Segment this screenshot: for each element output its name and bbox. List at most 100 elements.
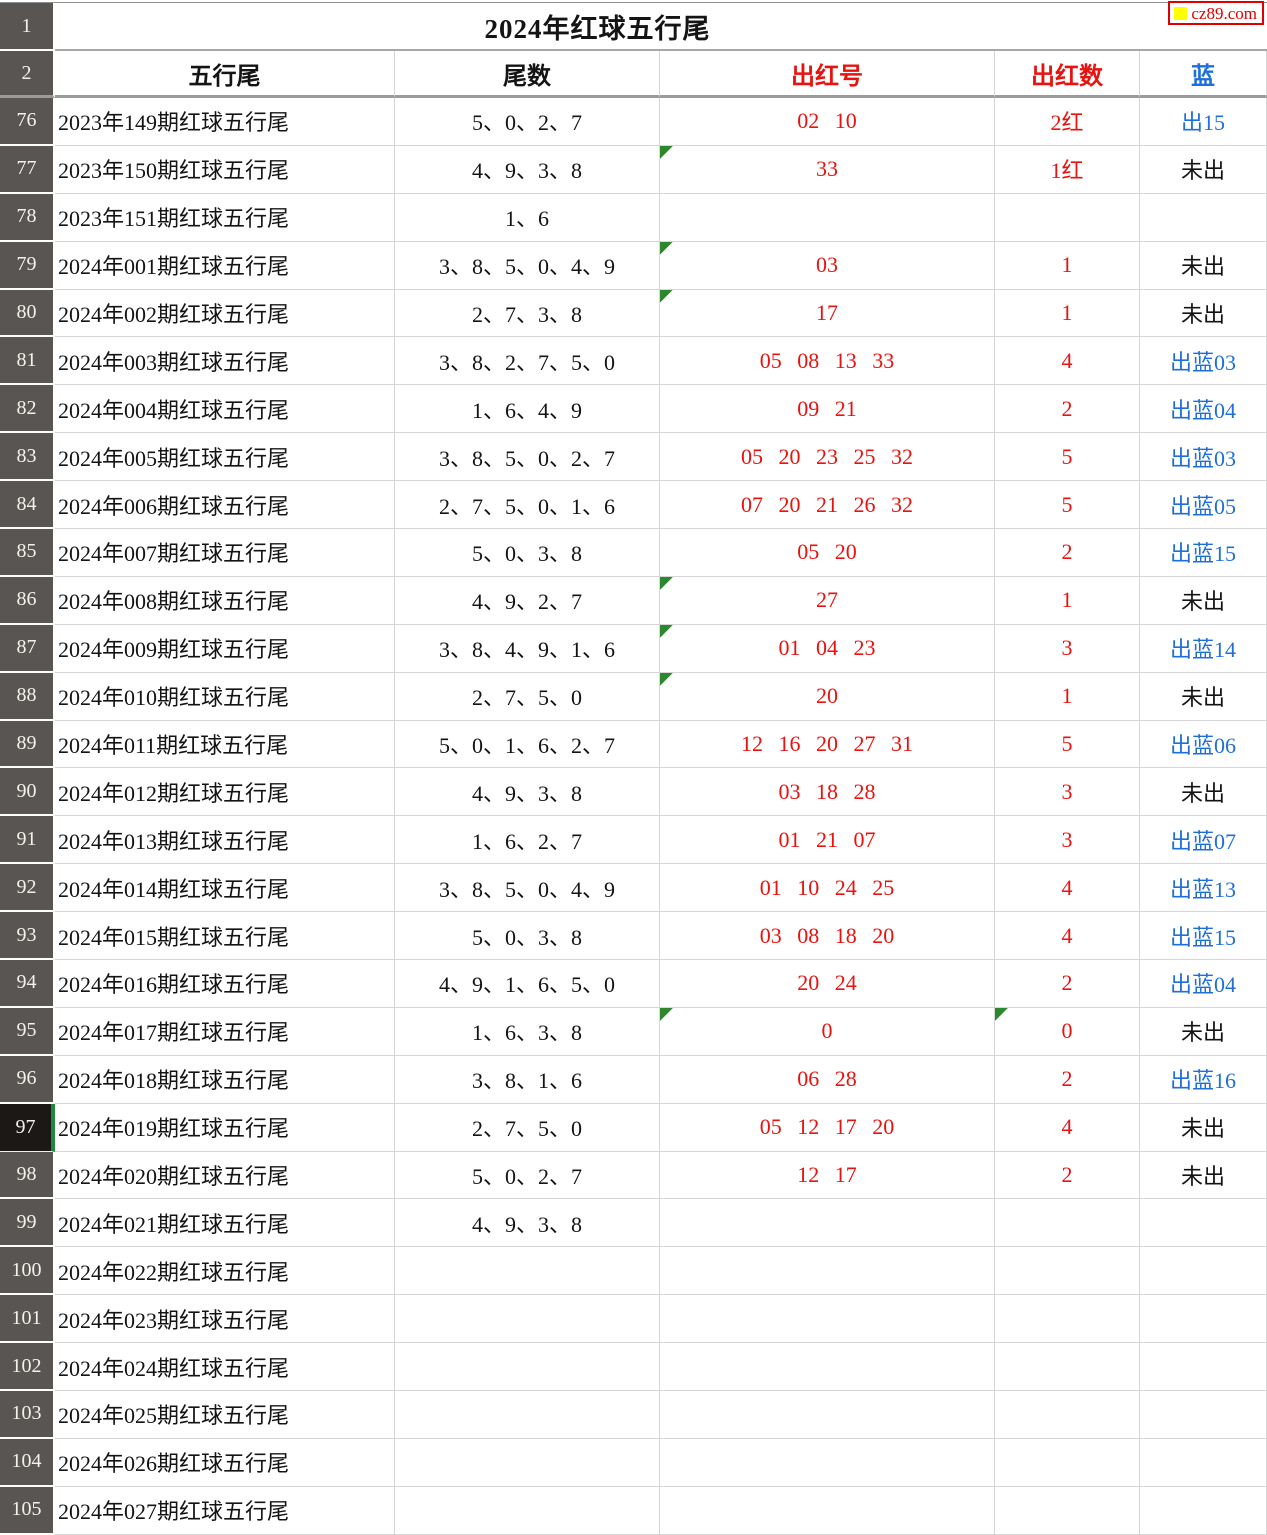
cell-period-name[interactable]: 2024年026期红球五行尾 bbox=[55, 1439, 395, 1487]
cell-blue[interactable]: 出蓝13 bbox=[1140, 864, 1267, 912]
cell-reds[interactable] bbox=[660, 1343, 995, 1391]
cell-period-name[interactable]: 2024年002期红球五行尾 bbox=[55, 290, 395, 338]
cell-period-name[interactable]: 2024年013期红球五行尾 bbox=[55, 816, 395, 864]
cell-tails[interactable]: 1、6、3、8 bbox=[395, 1008, 660, 1056]
row-header[interactable]: 80 bbox=[0, 290, 55, 338]
cell-reds[interactable]: 03 bbox=[660, 242, 995, 290]
cell-red-count[interactable] bbox=[995, 1295, 1140, 1343]
cell-red-count[interactable]: 0 bbox=[995, 1008, 1140, 1056]
cell-reds[interactable]: 17 bbox=[660, 290, 995, 338]
row-header[interactable]: 89 bbox=[0, 721, 55, 769]
cell-reds[interactable] bbox=[660, 1487, 995, 1535]
cell-reds[interactable] bbox=[660, 1295, 995, 1343]
cell-red-count[interactable]: 1 bbox=[995, 290, 1140, 338]
row-header[interactable]: 77 bbox=[0, 146, 55, 194]
cell-blue[interactable]: 出蓝15 bbox=[1140, 529, 1267, 577]
cell-red-count[interactable]: 3 bbox=[995, 625, 1140, 673]
cell-tails[interactable]: 1、6、2、7 bbox=[395, 816, 660, 864]
cell-tails[interactable] bbox=[395, 1391, 660, 1439]
cell-red-count[interactable]: 4 bbox=[995, 864, 1140, 912]
cell-red-count[interactable] bbox=[995, 1343, 1140, 1391]
row-header[interactable]: 82 bbox=[0, 385, 55, 433]
cell-red-count[interactable]: 2 bbox=[995, 1056, 1140, 1104]
cell-reds[interactable] bbox=[660, 1199, 995, 1247]
cell-red-count[interactable]: 5 bbox=[995, 433, 1140, 481]
cell-period-name[interactable]: 2024年018期红球五行尾 bbox=[55, 1056, 395, 1104]
cell-period-name[interactable]: 2024年020期红球五行尾 bbox=[55, 1152, 395, 1200]
row-header-2[interactable]: 2 bbox=[0, 51, 55, 98]
row-header[interactable]: 91 bbox=[0, 816, 55, 864]
cell-reds[interactable]: 03 18 28 bbox=[660, 768, 995, 816]
cell-blue[interactable]: 未出 bbox=[1140, 1008, 1267, 1056]
cell-period-name[interactable]: 2024年027期红球五行尾 bbox=[55, 1487, 395, 1535]
row-header[interactable]: 93 bbox=[0, 912, 55, 960]
row-header[interactable]: 84 bbox=[0, 481, 55, 529]
cell-reds[interactable]: 05 08 13 33 bbox=[660, 337, 995, 385]
cell-blue[interactable] bbox=[1140, 1439, 1267, 1487]
row-header[interactable]: 90 bbox=[0, 768, 55, 816]
cell-tails[interactable]: 5、0、1、6、2、7 bbox=[395, 721, 660, 769]
cell-blue[interactable]: 未出 bbox=[1140, 577, 1267, 625]
column-header-lan[interactable]: 蓝 bbox=[1140, 51, 1267, 98]
cell-tails[interactable]: 2、7、3、8 bbox=[395, 290, 660, 338]
row-header[interactable]: 101 bbox=[0, 1295, 55, 1343]
cell-period-name[interactable]: 2024年019期红球五行尾 bbox=[55, 1104, 395, 1152]
row-header[interactable]: 86 bbox=[0, 577, 55, 625]
cell-reds[interactable]: 05 20 bbox=[660, 529, 995, 577]
cell-tails[interactable]: 4、9、1、6、5、0 bbox=[395, 960, 660, 1008]
row-header[interactable]: 99 bbox=[0, 1199, 55, 1247]
cell-period-name[interactable]: 2024年025期红球五行尾 bbox=[55, 1391, 395, 1439]
cell-period-name[interactable]: 2024年007期红球五行尾 bbox=[55, 529, 395, 577]
cell-period-name[interactable]: 2024年022期红球五行尾 bbox=[55, 1247, 395, 1295]
row-header[interactable]: 81 bbox=[0, 337, 55, 385]
cell-reds[interactable]: 01 04 23 bbox=[660, 625, 995, 673]
cell-blue[interactable]: 出蓝16 bbox=[1140, 1056, 1267, 1104]
row-header[interactable]: 102 bbox=[0, 1343, 55, 1391]
cell-reds[interactable]: 12 17 bbox=[660, 1152, 995, 1200]
cell-red-count[interactable]: 2 bbox=[995, 1152, 1140, 1200]
cell-period-name[interactable]: 2024年001期红球五行尾 bbox=[55, 242, 395, 290]
cell-tails[interactable]: 2、7、5、0、1、6 bbox=[395, 481, 660, 529]
row-header[interactable]: 104 bbox=[0, 1439, 55, 1487]
cell-reds[interactable] bbox=[660, 194, 995, 242]
cell-tails[interactable] bbox=[395, 1247, 660, 1295]
row-header[interactable]: 79 bbox=[0, 242, 55, 290]
cell-reds[interactable]: 01 10 24 25 bbox=[660, 864, 995, 912]
cell-red-count[interactable]: 1红 bbox=[995, 146, 1140, 194]
cell-period-name[interactable]: 2024年024期红球五行尾 bbox=[55, 1343, 395, 1391]
cell-red-count[interactable]: 3 bbox=[995, 768, 1140, 816]
cell-red-count[interactable]: 5 bbox=[995, 721, 1140, 769]
cell-reds[interactable]: 05 12 17 20 bbox=[660, 1104, 995, 1152]
cell-blue[interactable]: 出蓝04 bbox=[1140, 385, 1267, 433]
cell-blue[interactable] bbox=[1140, 1343, 1267, 1391]
cell-period-name[interactable]: 2024年015期红球五行尾 bbox=[55, 912, 395, 960]
cell-reds[interactable]: 03 08 18 20 bbox=[660, 912, 995, 960]
cell-red-count[interactable]: 3 bbox=[995, 816, 1140, 864]
cell-blue[interactable]: 未出 bbox=[1140, 673, 1267, 721]
cell-blue[interactable]: 出蓝14 bbox=[1140, 625, 1267, 673]
cell-tails[interactable]: 2、7、5、0 bbox=[395, 1104, 660, 1152]
row-header[interactable]: 83 bbox=[0, 433, 55, 481]
cell-tails[interactable]: 4、9、3、8 bbox=[395, 146, 660, 194]
cell-period-name[interactable]: 2024年023期红球五行尾 bbox=[55, 1295, 395, 1343]
cell-blue[interactable] bbox=[1140, 1487, 1267, 1535]
cell-tails[interactable] bbox=[395, 1487, 660, 1535]
cell-reds[interactable] bbox=[660, 1247, 995, 1295]
cell-blue[interactable] bbox=[1140, 1247, 1267, 1295]
cell-reds[interactable]: 0 bbox=[660, 1008, 995, 1056]
cell-blue[interactable]: 出蓝15 bbox=[1140, 912, 1267, 960]
row-header[interactable]: 94 bbox=[0, 960, 55, 1008]
cell-tails[interactable]: 3、8、1、6 bbox=[395, 1056, 660, 1104]
cell-period-name[interactable]: 2024年021期红球五行尾 bbox=[55, 1199, 395, 1247]
cell-red-count[interactable] bbox=[995, 1487, 1140, 1535]
column-header-chuhonghao[interactable]: 出红号 bbox=[660, 51, 995, 98]
row-header[interactable]: 97 bbox=[0, 1104, 55, 1152]
cell-red-count[interactable]: 1 bbox=[995, 673, 1140, 721]
cell-blue[interactable]: 出蓝06 bbox=[1140, 721, 1267, 769]
cell-tails[interactable]: 3、8、5、0、4、9 bbox=[395, 864, 660, 912]
cell-tails[interactable]: 5、0、2、7 bbox=[395, 98, 660, 146]
cell-reds[interactable]: 12 16 20 27 31 bbox=[660, 721, 995, 769]
cell-period-name[interactable]: 2023年149期红球五行尾 bbox=[55, 98, 395, 146]
cell-tails[interactable]: 4、9、2、7 bbox=[395, 577, 660, 625]
cell-tails[interactable]: 3、8、2、7、5、0 bbox=[395, 337, 660, 385]
